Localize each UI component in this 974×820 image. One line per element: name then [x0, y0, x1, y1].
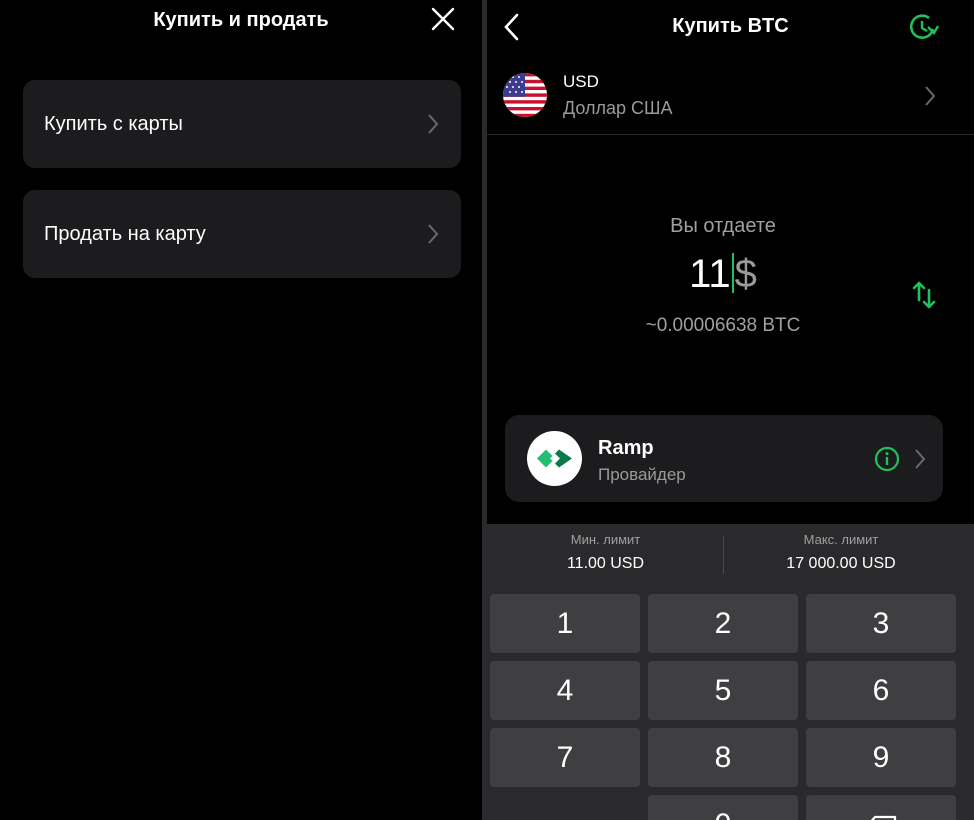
key-6[interactable]: 6 — [806, 661, 956, 720]
currency-selector[interactable]: USD Доллар США — [487, 62, 974, 134]
key-1[interactable]: 1 — [490, 594, 640, 653]
backspace-key[interactable] — [806, 795, 956, 820]
key-7[interactable]: 7 — [490, 728, 640, 787]
min-limit: Мин. лимит 11.00 USD — [487, 532, 724, 573]
info-icon — [874, 446, 900, 472]
close-icon — [431, 7, 455, 31]
provider-info-button[interactable] — [874, 446, 900, 472]
ramp-logo-icon — [527, 431, 582, 486]
amount-currency: $ — [734, 252, 757, 296]
chevron-right-icon — [428, 224, 439, 244]
menu-item-label: Купить с карты — [44, 113, 183, 135]
divider — [487, 134, 974, 135]
key-2[interactable]: 2 — [648, 594, 798, 653]
menu-item-label: Продать на карту — [44, 223, 206, 245]
page-title: Купить и продать — [153, 9, 329, 31]
chevron-right-icon — [925, 86, 936, 106]
amount-value: 11 — [689, 252, 731, 296]
provider-subtitle: Провайдер — [598, 465, 686, 484]
provider-selector[interactable]: Ramp Провайдер — [505, 415, 943, 502]
currency-code: USD — [563, 72, 599, 91]
min-limit-label: Мин. лимит — [570, 532, 641, 547]
max-limit: Макс. лимит 17 000.00 USD — [724, 532, 958, 573]
key-4[interactable]: 4 — [490, 661, 640, 720]
give-label: Вы отдаете — [670, 215, 776, 237]
currency-name: Доллар США — [563, 98, 673, 118]
max-limit-label: Макс. лимит — [803, 532, 879, 547]
numeric-keypad: Мин. лимит 11.00 USD Макс. лимит 17 000.… — [487, 524, 974, 820]
key-8[interactable]: 8 — [648, 728, 798, 787]
key-5[interactable]: 5 — [648, 661, 798, 720]
swap-button[interactable] — [912, 280, 936, 310]
key-9[interactable]: 9 — [806, 728, 956, 787]
amount-input[interactable]: 11 $ — [487, 250, 959, 298]
btc-equivalent: ~0.00006638 BTC — [645, 315, 801, 336]
sell-to-card-item[interactable]: Продать на карту — [23, 190, 461, 278]
swap-arrows-icon — [912, 281, 936, 309]
chevron-right-icon — [915, 449, 926, 469]
key-3[interactable]: 3 — [806, 594, 956, 653]
min-limit-value: 11.00 USD — [566, 555, 645, 572]
close-button[interactable] — [430, 6, 456, 32]
key-0[interactable]: 0 — [648, 795, 798, 820]
history-clock-icon — [909, 14, 940, 39]
us-flag-icon — [503, 73, 547, 117]
text-cursor — [731, 253, 734, 293]
buy-btc-screen: Купить BTC USD Доллар США Вы отдаете 11 … — [487, 0, 974, 820]
history-button[interactable] — [907, 12, 940, 42]
page-title: Купить BTC — [672, 15, 789, 37]
buy-with-card-item[interactable]: Купить с карты — [23, 80, 461, 168]
buy-sell-screen: Купить и продать Купить с карты Продать … — [0, 0, 482, 820]
provider-name: Ramp — [598, 437, 654, 459]
chevron-right-icon — [428, 114, 439, 134]
max-limit-value: 17 000.00 USD — [786, 555, 896, 572]
backspace-icon — [870, 815, 897, 820]
